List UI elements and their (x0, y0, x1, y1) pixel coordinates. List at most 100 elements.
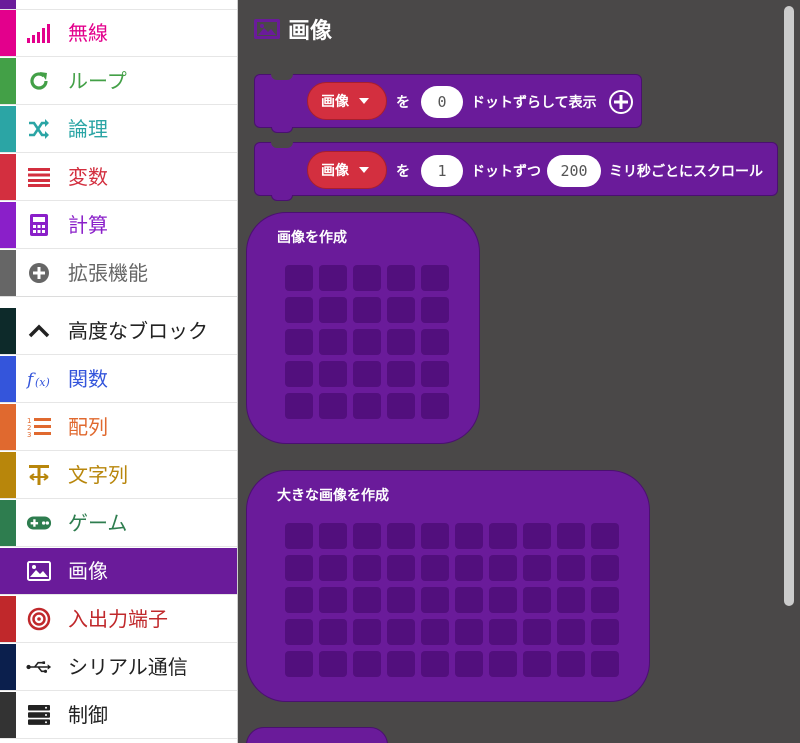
led-cell[interactable] (421, 555, 449, 581)
category-functions[interactable]: f (x) 関数 (0, 356, 238, 403)
led-cell[interactable] (285, 555, 313, 581)
led-cell[interactable] (387, 361, 415, 387)
led-cell[interactable] (455, 587, 483, 613)
led-cell[interactable] (353, 329, 381, 355)
image-variable-dropdown[interactable]: 画像 (307, 82, 387, 120)
led-cell[interactable] (387, 265, 415, 291)
led-cell[interactable] (319, 297, 347, 323)
led-cell[interactable] (387, 297, 415, 323)
category-control[interactable]: 制御 (0, 692, 238, 739)
led-cell[interactable] (523, 651, 551, 677)
led-cell[interactable] (557, 555, 585, 581)
led-cell[interactable] (353, 361, 381, 387)
led-cell[interactable] (591, 587, 619, 613)
led-cell[interactable] (421, 297, 449, 323)
led-cell[interactable] (285, 393, 313, 419)
led-cell[interactable] (421, 329, 449, 355)
led-cell[interactable] (387, 587, 415, 613)
image-variable-dropdown[interactable]: 画像 (307, 151, 387, 189)
flyout-scrollbar-thumb[interactable] (784, 6, 794, 606)
category-images[interactable]: 画像 (0, 548, 238, 595)
led-cell[interactable] (489, 523, 517, 549)
category-text[interactable]: 文字列 (0, 452, 238, 499)
led-cell[interactable] (353, 523, 381, 549)
led-cell[interactable] (353, 651, 381, 677)
led-cell[interactable] (387, 523, 415, 549)
block-create-big-image[interactable]: 大きな画像を作成 (246, 470, 650, 702)
led-cell[interactable] (489, 587, 517, 613)
led-cell[interactable] (557, 587, 585, 613)
led-cell[interactable] (319, 523, 347, 549)
led-cell[interactable] (319, 555, 347, 581)
led-cell[interactable] (319, 587, 347, 613)
led-cell[interactable] (285, 297, 313, 323)
led-cell[interactable] (489, 651, 517, 677)
led-cell[interactable] (421, 523, 449, 549)
led-cell[interactable] (591, 555, 619, 581)
led-cell[interactable] (421, 651, 449, 677)
step-number-input[interactable]: 1 (421, 155, 463, 187)
led-cell[interactable] (523, 619, 551, 645)
interval-number-input[interactable]: 200 (547, 155, 601, 187)
led-grid-5x5[interactable] (285, 265, 449, 419)
led-cell[interactable] (319, 619, 347, 645)
led-cell[interactable] (285, 523, 313, 549)
led-cell[interactable] (455, 619, 483, 645)
led-cell[interactable] (353, 297, 381, 323)
led-cell[interactable] (591, 619, 619, 645)
led-cell[interactable] (557, 619, 585, 645)
category-loops[interactable]: ループ (0, 58, 238, 105)
led-cell[interactable] (455, 523, 483, 549)
led-cell[interactable] (591, 523, 619, 549)
category-arrays[interactable]: 123 配列 (0, 404, 238, 451)
led-cell[interactable] (353, 265, 381, 291)
led-cell[interactable] (285, 587, 313, 613)
category-game[interactable]: ゲーム (0, 500, 238, 547)
led-cell[interactable] (353, 619, 381, 645)
led-cell[interactable] (557, 523, 585, 549)
led-cell[interactable] (455, 555, 483, 581)
led-cell[interactable] (387, 555, 415, 581)
led-cell[interactable] (285, 265, 313, 291)
led-cell[interactable] (591, 651, 619, 677)
led-cell[interactable] (455, 651, 483, 677)
led-cell[interactable] (387, 619, 415, 645)
block-show-image-offset[interactable]: 画像 を 0 ドットずらして表示 (254, 74, 642, 133)
led-cell[interactable] (353, 555, 381, 581)
block-scroll-image[interactable]: 画像 を 1 ドットずつ 200 ミリ秒ごとにスクロール (254, 142, 778, 201)
category-radio[interactable]: 無線 (0, 10, 238, 57)
led-cell[interactable] (319, 651, 347, 677)
led-cell[interactable] (387, 393, 415, 419)
led-cell[interactable] (319, 393, 347, 419)
led-cell[interactable] (523, 587, 551, 613)
category-logic[interactable]: 論理 (0, 106, 238, 153)
category-math[interactable]: 計算 (0, 202, 238, 249)
led-cell[interactable] (557, 651, 585, 677)
led-cell[interactable] (285, 651, 313, 677)
category-advanced[interactable]: 高度なブロック (0, 308, 238, 355)
led-cell[interactable] (421, 619, 449, 645)
led-cell[interactable] (421, 587, 449, 613)
led-cell[interactable] (319, 329, 347, 355)
led-cell[interactable] (523, 555, 551, 581)
offset-number-input[interactable]: 0 (421, 86, 463, 118)
led-cell[interactable] (421, 265, 449, 291)
led-grid-10x5[interactable] (285, 523, 619, 677)
led-cell[interactable] (489, 555, 517, 581)
led-cell[interactable] (421, 393, 449, 419)
block-partial-next[interactable] (246, 727, 388, 743)
block-create-image[interactable]: 画像を作成 (246, 212, 480, 444)
led-cell[interactable] (353, 393, 381, 419)
category-serial[interactable]: シリアル通信 (0, 644, 238, 691)
led-cell[interactable] (319, 265, 347, 291)
led-cell[interactable] (523, 523, 551, 549)
led-cell[interactable] (387, 329, 415, 355)
expand-plus-icon[interactable] (609, 90, 633, 114)
led-cell[interactable] (489, 619, 517, 645)
led-cell[interactable] (353, 587, 381, 613)
led-cell[interactable] (285, 329, 313, 355)
category-pins[interactable]: 入出力端子 (0, 596, 238, 643)
category-variables[interactable]: 変数 (0, 154, 238, 201)
led-cell[interactable] (319, 361, 347, 387)
led-cell[interactable] (285, 361, 313, 387)
